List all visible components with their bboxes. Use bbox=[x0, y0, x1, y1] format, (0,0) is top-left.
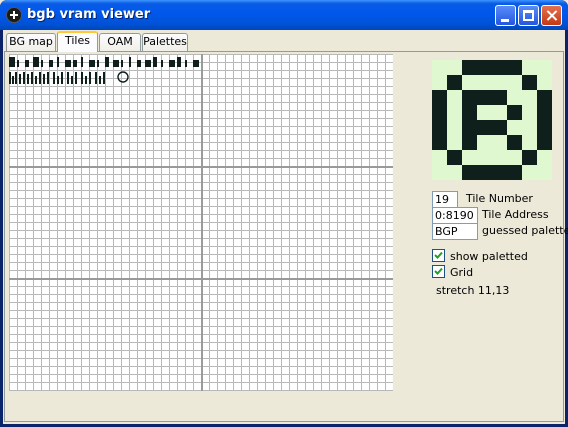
minimize-button[interactable] bbox=[495, 5, 516, 26]
tile-address-label: Tile Address bbox=[482, 208, 549, 221]
title-bar[interactable]: bgb vram viewer bbox=[0, 0, 568, 30]
show-paletted-label: show paletted bbox=[450, 250, 528, 263]
palette-label: guessed palette bbox=[482, 224, 568, 237]
tab-tiles[interactable]: Tiles bbox=[57, 31, 98, 52]
tab-bg-map[interactable]: BG map bbox=[6, 33, 56, 51]
nintendo-logo-tiles-bottom bbox=[9, 71, 129, 84]
app-window: bgb vram viewer BG map Tiles OAM Palette… bbox=[0, 0, 568, 427]
window-title: bgb vram viewer bbox=[27, 7, 151, 22]
app-icon[interactable] bbox=[6, 7, 22, 23]
grid-divider-vertical bbox=[201, 54, 203, 391]
nintendo-logo-tiles-top bbox=[9, 57, 199, 67]
tile-number-field[interactable]: 19 bbox=[432, 191, 458, 208]
tile-grid-canvas[interactable] bbox=[9, 54, 393, 391]
minimize-icon bbox=[501, 19, 509, 22]
stretch-status: stretch 11,13 bbox=[436, 284, 510, 297]
tab-palettes[interactable]: Palettes bbox=[142, 33, 188, 51]
close-button[interactable] bbox=[541, 5, 562, 26]
tiles-panel: 19 Tile Number 0:8190 Tile Address BGP g… bbox=[4, 51, 568, 422]
tile-address-field[interactable]: 0:8190 bbox=[432, 207, 478, 224]
maximize-icon bbox=[523, 10, 534, 21]
grid-divider-horizontal-2 bbox=[9, 278, 393, 280]
tile-preview bbox=[432, 60, 552, 180]
grid-label: Grid bbox=[450, 266, 474, 279]
maximize-button[interactable] bbox=[518, 5, 539, 26]
grid-checkbox[interactable] bbox=[432, 265, 445, 278]
grid-divider-horizontal-1 bbox=[9, 166, 393, 168]
checkmark-icon bbox=[434, 251, 443, 259]
client-area: BG map Tiles OAM Palettes 19 Tile Number… bbox=[3, 30, 568, 424]
show-paletted-checkbox[interactable] bbox=[432, 249, 445, 262]
palette-field[interactable]: BGP bbox=[432, 223, 478, 240]
tab-oam[interactable]: OAM bbox=[99, 33, 141, 51]
tile-number-label: Tile Number bbox=[466, 192, 533, 205]
checkmark-icon bbox=[434, 267, 443, 275]
